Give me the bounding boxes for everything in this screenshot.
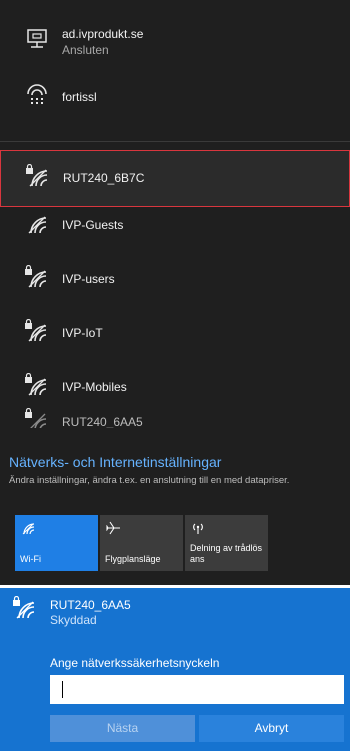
- quick-action-mobile-hotspot[interactable]: Delning av trådlös ans: [185, 515, 268, 571]
- network-name: IVP-Mobiles: [62, 380, 127, 394]
- wifi-secured-icon: [25, 319, 47, 342]
- connection-name: fortissl: [62, 90, 97, 104]
- wifi-secured-icon: [26, 164, 48, 187]
- network-name: RUT240_6B7C: [63, 171, 145, 185]
- dialog-network-name: RUT240_6AA5: [50, 598, 131, 612]
- network-name: RUT240_6AA5: [62, 415, 143, 428]
- quick-action-label: Flygplansläge: [105, 554, 161, 564]
- network-flyout: ad.ivprodukt.se Ansluten fortissl RUT240…: [0, 0, 350, 585]
- quick-action-label: Delning av trådlös ans: [190, 543, 263, 564]
- network-connect-dialog: RUT240_6AA5 Skyddad Ange nätverkssäkerhe…: [0, 588, 350, 751]
- wifi-secured-icon: [25, 373, 47, 396]
- network-item-ivp-guests[interactable]: IVP-Guests: [0, 198, 350, 252]
- wifi-secured-icon: [13, 596, 35, 619]
- quick-action-wifi[interactable]: Wi-Fi: [15, 515, 98, 571]
- quick-action-airplane-mode[interactable]: Flygplansläge: [100, 515, 183, 571]
- network-name: IVP-IoT: [62, 326, 103, 340]
- wifi-secured-icon: [25, 265, 47, 288]
- wifi-icon: [28, 216, 47, 234]
- airplane-icon: [106, 521, 120, 535]
- network-item-ivp-users[interactable]: IVP-users: [0, 252, 350, 306]
- network-settings-description: Ändra inställningar, ändra t.ex. en ansl…: [9, 475, 290, 486]
- connection-status: Ansluten: [62, 43, 109, 57]
- network-settings-link[interactable]: Nätverks- och Internetinställningar: [9, 454, 221, 470]
- connection-item-ethernet[interactable]: ad.ivprodukt.se Ansluten: [0, 14, 350, 66]
- connection-name: ad.ivprodukt.se: [62, 27, 144, 41]
- network-item-ivp-iot[interactable]: IVP-IoT: [0, 306, 350, 360]
- network-name: IVP-users: [62, 272, 115, 286]
- ethernet-icon: [27, 29, 47, 48]
- divider: [0, 141, 350, 142]
- wifi-icon: [22, 523, 35, 535]
- text-caret: [62, 681, 63, 698]
- next-button[interactable]: Nästa: [50, 715, 195, 742]
- network-item-rut240-6aa5[interactable]: RUT240_6AA5: [0, 408, 350, 428]
- security-key-input[interactable]: [50, 675, 344, 704]
- cancel-button[interactable]: Avbryt: [199, 715, 344, 742]
- security-key-label: Ange nätverkssäkerhetsnyckeln: [50, 656, 220, 670]
- wifi-secured-icon: [25, 408, 47, 428]
- dialog-network-status: Skyddad: [50, 613, 97, 627]
- quick-action-label: Wi-Fi: [20, 554, 41, 564]
- dialup-icon: [27, 84, 47, 104]
- connection-item-vpn[interactable]: fortissl: [0, 70, 350, 122]
- network-name: IVP-Guests: [62, 218, 124, 232]
- hotspot-icon: [193, 523, 203, 534]
- network-item-ivp-mobiles[interactable]: IVP-Mobiles: [0, 360, 350, 414]
